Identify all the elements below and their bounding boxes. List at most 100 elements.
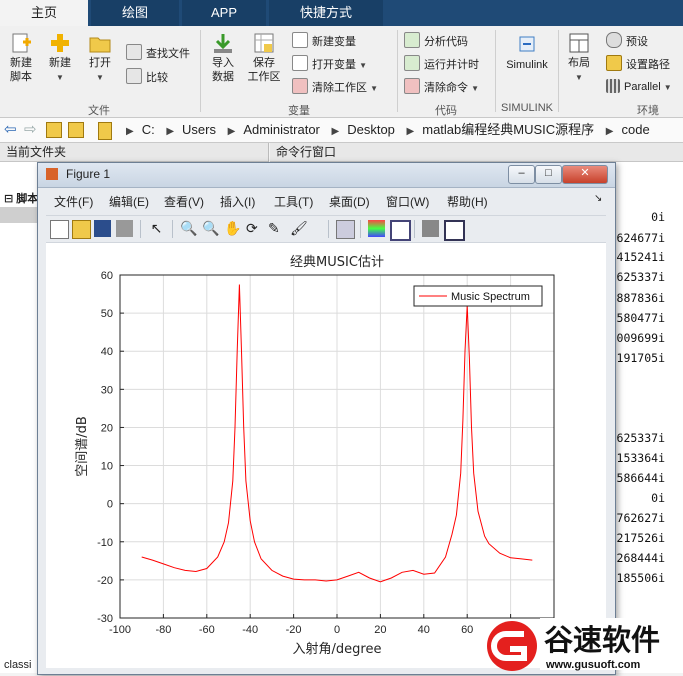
hide-plot-tools-icon[interactable] xyxy=(422,220,439,237)
back-arrow-icon[interactable]: ⇦ xyxy=(4,120,17,138)
legend-icon[interactable] xyxy=(390,220,411,241)
rotate-icon[interactable]: ⟳ xyxy=(246,220,263,237)
parallel-button[interactable]: Parallel ▼ xyxy=(606,78,672,96)
colorbar-icon[interactable] xyxy=(368,220,385,237)
data-cursor-icon[interactable]: ✎ xyxy=(268,220,285,237)
watermark-url: www.gusuoft.com xyxy=(545,659,641,671)
browse-folder-icon[interactable] xyxy=(68,122,84,138)
clear-commands-label: 清除命令 xyxy=(424,82,468,94)
menu-window[interactable]: 窗口(W) xyxy=(386,193,429,210)
save-icon[interactable] xyxy=(94,220,111,237)
y-tick-label: 50 xyxy=(101,308,113,320)
breadcrumb-item[interactable]: Administrator xyxy=(243,122,320,137)
link-plot-icon[interactable] xyxy=(336,220,355,239)
y-tick-label: 10 xyxy=(101,461,113,473)
command-output-line: 887836i xyxy=(616,291,665,305)
dock-arrow-icon[interactable]: ↘ xyxy=(594,193,602,204)
x-tick-label: 40 xyxy=(418,624,430,636)
group-label-environment: 环境 xyxy=(637,105,659,117)
breadcrumb-item[interactable]: code xyxy=(622,122,650,137)
menu-help[interactable]: 帮助(H) xyxy=(447,193,488,210)
tab-plots[interactable]: 绘图 xyxy=(91,0,179,26)
open-variable-button[interactable]: 打开变量 ▼ xyxy=(292,55,367,73)
selected-file-row[interactable] xyxy=(0,207,40,223)
x-tick-label: -60 xyxy=(199,624,215,636)
import-data-button[interactable]: 导入 数据 xyxy=(204,32,242,84)
show-plot-tools-icon[interactable] xyxy=(444,220,465,241)
layout-label: 布局 xyxy=(568,57,590,69)
chevron-down-icon: ▼ xyxy=(370,84,378,93)
figure-title-bar[interactable]: Figure 1 – □ ✕ xyxy=(38,163,615,188)
analyze-code-icon xyxy=(404,32,420,48)
compare-button[interactable]: 比较 xyxy=(126,68,168,86)
chevron-down-icon: ▼ xyxy=(663,83,672,92)
y-axis-label: 空间谱/dB xyxy=(75,416,90,477)
pointer-icon[interactable]: ↖ xyxy=(148,220,165,237)
preferences-label: 预设 xyxy=(626,36,648,48)
find-files-button[interactable]: 查找文件 xyxy=(126,44,190,62)
root-folder-icon xyxy=(98,122,112,140)
new-figure-icon[interactable] xyxy=(50,220,69,239)
menu-desktop[interactable]: 桌面(D) xyxy=(329,193,370,210)
brush-icon[interactable]: 🖌 xyxy=(290,220,308,237)
tab-shortcuts[interactable]: 快捷方式 xyxy=(269,0,383,26)
zoom-out-icon[interactable]: 🔍 xyxy=(202,220,219,237)
y-tick-label: 0 xyxy=(107,499,113,511)
menu-view[interactable]: 查看(V) xyxy=(164,193,204,210)
simulink-button[interactable]: Simulink xyxy=(500,34,554,72)
group-label-file: 文件 xyxy=(88,105,110,117)
chart-title: 经典MUSIC估计 xyxy=(290,255,384,270)
ribbon-divider xyxy=(495,30,496,112)
tab-home[interactable]: 主页 xyxy=(0,0,88,26)
breadcrumb-item[interactable]: C: xyxy=(142,122,155,137)
zoom-in-icon[interactable]: 🔍 xyxy=(180,220,197,237)
open-file-icon[interactable] xyxy=(72,220,91,239)
new-script-button[interactable]: 新建 脚本 xyxy=(4,32,38,84)
chevron-down-icon: ▼ xyxy=(471,84,479,93)
forward-arrow-icon[interactable]: ⇨ xyxy=(24,120,37,138)
maximize-button[interactable]: □ xyxy=(535,165,562,184)
command-output-line: 153364i xyxy=(616,451,665,465)
layout-button[interactable]: 布局 ▼ xyxy=(562,32,596,85)
analyze-code-button[interactable]: 分析代码 xyxy=(404,32,468,50)
clear-workspace-label: 清除工作区 xyxy=(312,82,367,94)
plot-area: -100-80-60-40-20020406080100 -30-20-1001… xyxy=(46,243,606,668)
minimize-button[interactable]: – xyxy=(508,165,535,184)
x-axis-label: 入射角/degree xyxy=(293,641,382,657)
folder-icon xyxy=(89,37,111,53)
new-variable-button[interactable]: 新建变量 xyxy=(292,32,356,50)
open-button[interactable]: 打开 ▼ xyxy=(82,32,118,85)
set-path-button[interactable]: 设置路径 xyxy=(606,55,670,73)
breadcrumb-item[interactable]: Users xyxy=(182,122,216,137)
run-and-time-button[interactable]: 运行并计时 xyxy=(404,55,479,73)
run-and-time-icon xyxy=(404,55,420,71)
breadcrumb-item[interactable]: Desktop xyxy=(347,122,395,137)
menu-edit[interactable]: 编辑(E) xyxy=(109,193,149,210)
close-button[interactable]: ✕ xyxy=(562,165,608,184)
legend[interactable]: Music Spectrum xyxy=(413,285,543,307)
y-tick-label: -30 xyxy=(97,613,113,625)
address-bar: ⇦ ⇨ ▶ C: ▶ Users ▶ Administrator ▶ Desktop ▶… xyxy=(0,118,683,143)
compare-label: 比较 xyxy=(146,72,168,84)
command-output-line: 624677i xyxy=(616,231,665,245)
save-workspace-button[interactable]: 保存 工作区 xyxy=(244,32,284,84)
group-label-code: 代码 xyxy=(435,105,457,117)
toolbar-divider xyxy=(328,220,329,238)
toolbar-divider xyxy=(140,220,141,238)
y-tick-label: 40 xyxy=(101,346,113,358)
breadcrumb-item[interactable]: matlab编程经典MUSIC源程序 xyxy=(422,122,594,137)
print-icon[interactable] xyxy=(116,220,133,237)
new-button[interactable]: 新建 ▼ xyxy=(42,32,78,85)
menu-insert[interactable]: 插入(I) xyxy=(220,193,255,210)
x-tick-label: 0 xyxy=(334,624,340,636)
pan-hand-icon[interactable]: ✋ xyxy=(224,220,241,237)
command-output-line: 191705i xyxy=(616,351,665,365)
up-folder-icon[interactable] xyxy=(46,122,62,138)
menu-file[interactable]: 文件(F) xyxy=(54,193,93,210)
clear-workspace-button[interactable]: 清除工作区 ▼ xyxy=(292,78,378,96)
preferences-button[interactable]: 预设 xyxy=(606,32,648,50)
collapse-icon[interactable]: ⊟ xyxy=(4,193,16,205)
tab-apps[interactable]: APP xyxy=(182,0,266,26)
menu-tools[interactable]: 工具(T) xyxy=(274,193,313,210)
clear-commands-button[interactable]: 清除命令 ▼ xyxy=(404,78,479,96)
